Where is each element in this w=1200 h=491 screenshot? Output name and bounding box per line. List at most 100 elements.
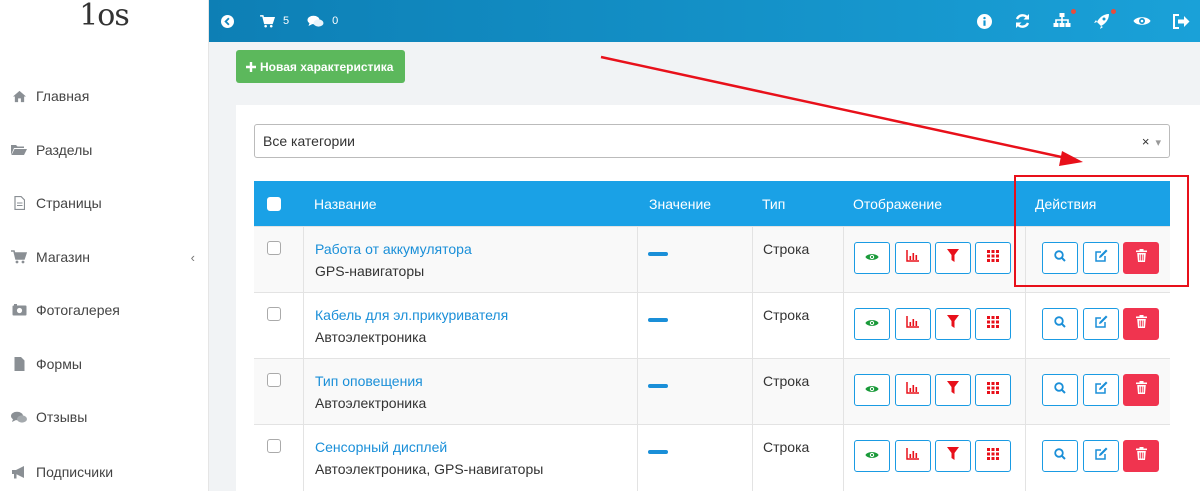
- category-filter-value: Все категории: [263, 133, 355, 149]
- sidebar-item-label: Подписчики: [36, 464, 114, 480]
- toggle-list-button[interactable]: [975, 374, 1011, 406]
- cart-count: 5: [283, 15, 290, 27]
- view-button[interactable]: [1042, 374, 1078, 406]
- select-all-checkbox[interactable]: [267, 197, 281, 211]
- edit-button[interactable]: [1083, 440, 1119, 472]
- sidebar-item-reviews[interactable]: Отзывы: [0, 402, 209, 432]
- cart-icon: [8, 250, 30, 264]
- caret-down-icon[interactable]: ▾: [1155, 137, 1161, 149]
- refresh-icon: [1015, 14, 1030, 28]
- view-button[interactable]: [1042, 308, 1078, 340]
- refresh-button[interactable]: [1014, 13, 1031, 29]
- cart-counter[interactable]: 5: [260, 14, 290, 28]
- column-header-name[interactable]: Название: [314, 196, 377, 212]
- toggle-list-button[interactable]: [975, 308, 1011, 340]
- column-header-type[interactable]: Тип: [762, 196, 785, 212]
- row-checkbox[interactable]: [267, 373, 281, 387]
- delete-button[interactable]: [1123, 440, 1159, 472]
- tools-button[interactable]: [1093, 9, 1116, 29]
- back-button[interactable]: [221, 14, 242, 28]
- characteristic-type: Строка: [763, 307, 810, 323]
- delete-button[interactable]: [1123, 308, 1159, 340]
- sidebar-item-sections[interactable]: Разделы: [0, 135, 209, 165]
- edit-icon: [1094, 315, 1108, 333]
- toggle-visible-button[interactable]: [854, 440, 890, 472]
- delete-button[interactable]: [1123, 374, 1159, 406]
- grid-icon: [987, 249, 999, 267]
- toggle-list-button[interactable]: [975, 440, 1011, 472]
- info-button[interactable]: [977, 13, 992, 29]
- bar-chart-icon: [906, 249, 920, 267]
- view-site-button[interactable]: [1133, 15, 1151, 27]
- empty-value-dash: [648, 252, 668, 256]
- row-checkbox[interactable]: [267, 439, 281, 453]
- edit-button[interactable]: [1083, 374, 1119, 406]
- sidebar-item-forms[interactable]: Формы: [0, 349, 209, 379]
- characteristic-name-link[interactable]: Кабель для эл.прикуривателя: [315, 307, 508, 323]
- sidebar-item-shop[interactable]: Магазин ‹: [0, 242, 209, 272]
- sign-out-icon: [1173, 13, 1190, 29]
- comments-icon: [8, 411, 30, 424]
- notification-dot: [1071, 9, 1076, 14]
- toggle-compare-button[interactable]: [895, 308, 931, 340]
- filter-icon: [947, 381, 959, 399]
- sidebar-item-home[interactable]: Главная: [0, 81, 209, 111]
- comments-icon: [307, 15, 324, 27]
- characteristic-name-link[interactable]: Сенсорный дисплей: [315, 439, 447, 455]
- toggle-visible-button[interactable]: [854, 242, 890, 274]
- sidebar-item-gallery[interactable]: Фотогалерея: [0, 295, 209, 325]
- empty-value-dash: [648, 450, 668, 454]
- characteristic-type: Строка: [763, 439, 810, 455]
- new-characteristic-label: Новая характеристика: [260, 59, 394, 74]
- toggle-filter-button[interactable]: [935, 440, 971, 472]
- toggle-compare-button[interactable]: [895, 440, 931, 472]
- sidebar-item-label: Отзывы: [36, 409, 88, 425]
- characteristic-type: Строка: [763, 241, 810, 257]
- column-header-value[interactable]: Значение: [649, 196, 711, 212]
- grid-icon: [987, 447, 999, 465]
- category-filter-select[interactable]: Все категории × ▾: [254, 124, 1170, 158]
- edit-icon: [1094, 381, 1108, 399]
- chevron-left-icon: ‹: [190, 249, 195, 265]
- new-characteristic-button[interactable]: Новая характеристика: [236, 50, 406, 83]
- home-icon: [8, 90, 30, 103]
- sidebar-item-label: Главная: [36, 88, 90, 104]
- edit-button[interactable]: [1083, 308, 1119, 340]
- sidebar-item-subscribers[interactable]: Подписчики: [0, 457, 209, 487]
- characteristic-category: Автоэлектроника: [315, 395, 427, 411]
- characteristic-name-link[interactable]: Тип оповещения: [315, 373, 423, 389]
- characteristic-name-link[interactable]: Работа от аккумулятора: [315, 241, 472, 257]
- characteristic-type: Строка: [763, 373, 810, 389]
- filter-icon: [947, 315, 959, 333]
- arrow-circle-left-icon: [221, 14, 234, 28]
- toggle-visible-button[interactable]: [854, 308, 890, 340]
- comments-counter[interactable]: 0: [307, 15, 338, 28]
- sidebar-item-label: Фотогалерея: [36, 302, 120, 318]
- row-checkbox[interactable]: [267, 307, 281, 321]
- trash-icon: [1135, 381, 1147, 399]
- toggle-list-button[interactable]: [975, 242, 1011, 274]
- toggle-filter-button[interactable]: [935, 308, 971, 340]
- grid-icon: [987, 381, 999, 399]
- logo[interactable]: 1os: [0, 0, 208, 42]
- logo-text: 1os: [79, 0, 130, 33]
- folder-open-icon: [8, 144, 30, 156]
- sidebar-item-pages[interactable]: Страницы: [0, 188, 209, 218]
- sidebar: 1os Главная Разделы Страницы Магазин ‹ Ф…: [0, 0, 209, 491]
- toggle-filter-button[interactable]: [935, 374, 971, 406]
- toggle-visible-button[interactable]: [854, 374, 890, 406]
- row-checkbox[interactable]: [267, 241, 281, 255]
- bullhorn-icon: [8, 465, 30, 479]
- clear-icon[interactable]: ×: [1142, 134, 1150, 149]
- empty-value-dash: [648, 318, 668, 322]
- sitemap-button[interactable]: [1053, 9, 1076, 29]
- toggle-compare-button[interactable]: [895, 242, 931, 274]
- toggle-compare-button[interactable]: [895, 374, 931, 406]
- bar-chart-icon: [906, 315, 920, 333]
- table-row: Кабель для эл.прикуривателя Автоэлектрони…: [254, 292, 1170, 359]
- camera-icon: [8, 304, 30, 316]
- toggle-filter-button[interactable]: [935, 242, 971, 274]
- table-row: Тип оповещения Автоэлектроника Строка: [254, 358, 1170, 425]
- view-button[interactable]: [1042, 440, 1078, 472]
- logout-button[interactable]: [1173, 13, 1190, 29]
